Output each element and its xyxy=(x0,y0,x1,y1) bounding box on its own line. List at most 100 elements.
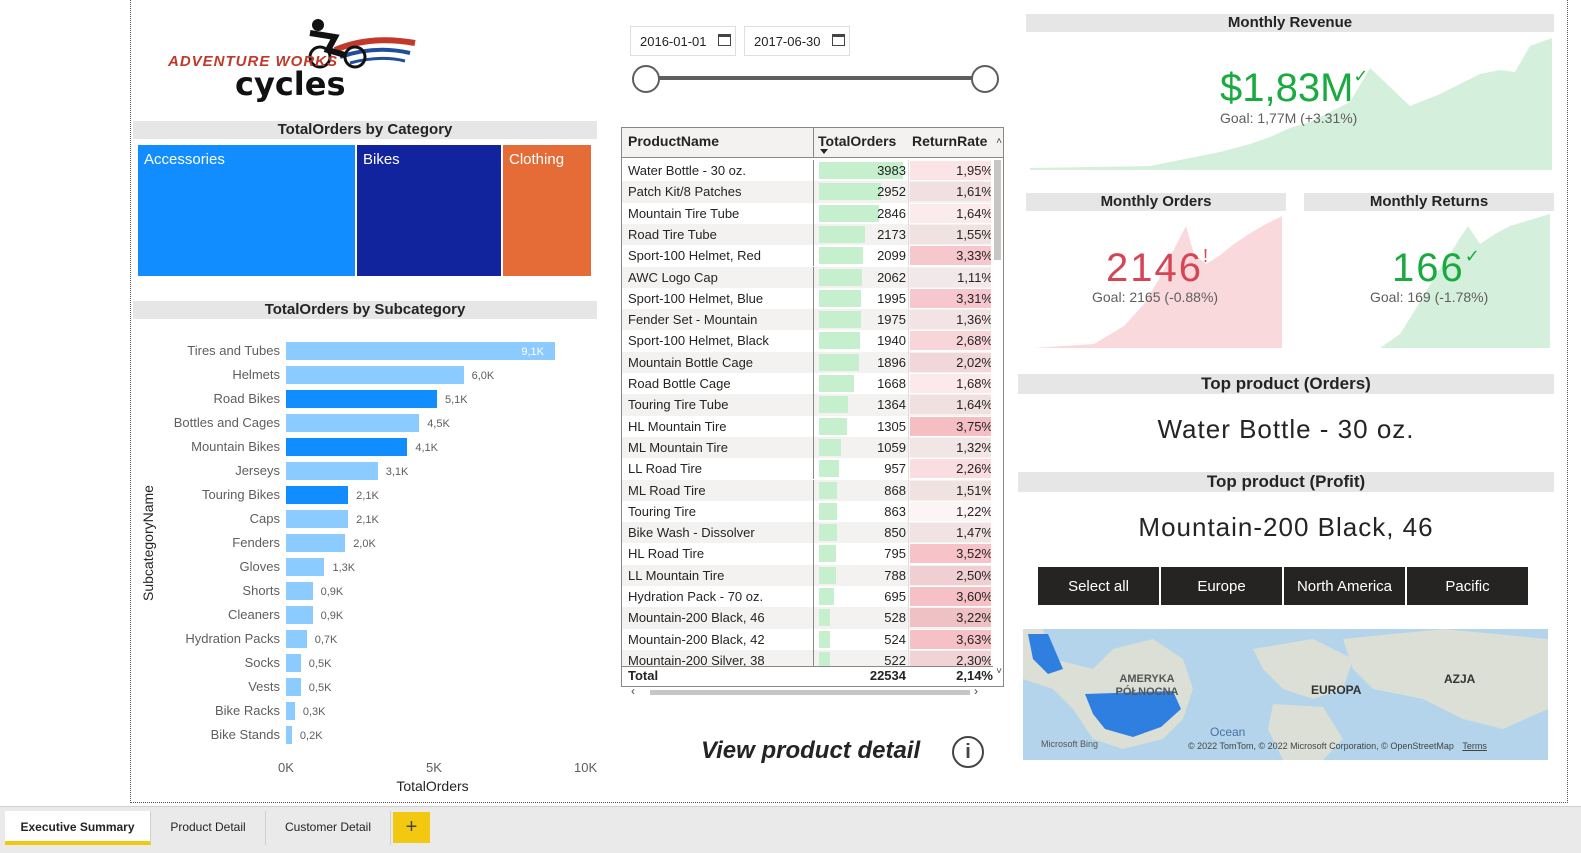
tab-product-detail[interactable]: Product Detail xyxy=(151,811,266,845)
calendar-icon[interactable] xyxy=(718,34,731,46)
bar-category-label: Hydration Packs xyxy=(185,631,280,646)
bar-bike-racks[interactable] xyxy=(286,702,295,720)
table-row[interactable]: Bike Wash - Dissolver 850 1,47% xyxy=(622,522,991,544)
table-row[interactable]: Sport-100 Helmet, Black 1940 2,68% xyxy=(622,330,991,352)
header-totalorders[interactable]: TotalOrders xyxy=(818,128,896,157)
pacific-button[interactable]: Pacific xyxy=(1407,567,1528,605)
map-terms-link[interactable]: Terms xyxy=(1462,741,1487,751)
start-date-field[interactable]: 2016-01-01 xyxy=(630,26,736,56)
cell-totalorders: 2062 xyxy=(877,269,906,285)
bar-bottles-and-cages[interactable] xyxy=(286,414,420,432)
table-hscrollbar[interactable] xyxy=(650,690,970,695)
col-divider xyxy=(908,181,909,203)
view-product-detail-button[interactable]: View product detail xyxy=(701,737,941,765)
table-row[interactable]: Hydration Pack - 70 oz. 695 3,60% xyxy=(622,586,991,608)
bar-road-bikes[interactable] xyxy=(286,390,437,408)
add-page-button[interactable]: + xyxy=(393,812,430,843)
bar-category-label: Bottles and Cages xyxy=(173,415,280,430)
table-row[interactable]: Water Bottle - 30 oz. 3983 1,95% xyxy=(622,160,991,182)
table-row[interactable]: HL Road Tire 795 3,52% xyxy=(622,543,991,565)
check-icon: ✓ xyxy=(1464,246,1482,266)
tab-customer-detail[interactable]: Customer Detail xyxy=(266,811,391,845)
bar-caps[interactable] xyxy=(286,510,349,528)
map-label-ocean: Ocean xyxy=(1210,725,1246,739)
bar-jerseys[interactable] xyxy=(286,462,378,480)
bar-tires-and-tubes[interactable] xyxy=(286,342,556,360)
bar-socks[interactable] xyxy=(286,654,301,672)
table-row[interactable]: Mountain-200 Silver, 38 522 2,30% xyxy=(622,649,991,666)
table-row[interactable]: ML Mountain Tire 1059 1,32% xyxy=(622,436,991,459)
table-row[interactable]: Touring Tire 863 1,22% xyxy=(622,500,991,523)
bar-chart: Tires and Tubes 9,1K Helmets 6,0K Road Bikes… xyxy=(130,330,600,800)
map-label-europe: EUROPA xyxy=(1311,683,1362,697)
treemap-clothing[interactable]: Clothing xyxy=(503,145,591,276)
col-divider xyxy=(908,202,909,224)
table-row[interactable]: Touring Tire Tube 1364 1,64% xyxy=(622,394,991,416)
col-divider xyxy=(908,266,909,288)
table-row[interactable]: Road Tire Tube 2173 1,55% xyxy=(622,223,991,246)
info-icon[interactable]: i xyxy=(952,736,984,768)
table-vscrollbar[interactable] xyxy=(994,160,1001,260)
date-slider-start-handle[interactable] xyxy=(632,65,660,93)
table-row[interactable]: HL Mountain Tire 1305 3,75% xyxy=(622,415,991,437)
calendar-icon[interactable] xyxy=(832,34,845,46)
bar-gloves[interactable] xyxy=(286,558,325,576)
bar-hydration-packs[interactable] xyxy=(286,630,307,648)
cell-productname: LL Road Tire xyxy=(628,461,702,477)
cell-productname: Bike Wash - Dissolver xyxy=(628,525,755,541)
bar-chart-title: TotalOrders by Subcategory xyxy=(133,301,597,319)
cell-returnrate: 1,47% xyxy=(956,525,991,541)
table-row[interactable]: Sport-100 Helmet, Blue 1995 3,31% xyxy=(622,287,991,310)
bar-touring-bikes[interactable] xyxy=(286,486,349,504)
table-row[interactable]: Mountain-200 Black, 42 524 3,63% xyxy=(622,628,991,650)
table-row[interactable]: Fender Set - Mountain 1975 1,36% xyxy=(622,309,991,331)
treemap-bikes[interactable]: Bikes xyxy=(357,145,501,276)
header-returnrate[interactable]: ReturnRate xyxy=(912,128,987,157)
bar-bike-stands[interactable] xyxy=(286,726,292,744)
cell-productname: Mountain-200 Black, 42 xyxy=(628,631,765,647)
bar-data-label: 4,1K xyxy=(415,442,438,454)
tab-executive-summary[interactable]: Executive Summary xyxy=(5,811,151,845)
table-row[interactable]: Road Bottle Cage 1668 1,68% xyxy=(622,373,991,395)
cell-returnrate: 1,55% xyxy=(956,226,991,242)
bar-shorts[interactable] xyxy=(286,582,313,600)
col-divider xyxy=(908,330,909,352)
table-row[interactable]: LL Road Tire 957 2,26% xyxy=(622,458,991,480)
col-divider xyxy=(908,373,909,395)
date-slider-end-handle[interactable] xyxy=(971,65,999,93)
bar-fenders[interactable] xyxy=(286,534,346,552)
table-row[interactable]: Sport-100 Helmet, Red 2099 3,33% xyxy=(622,245,991,267)
x-axis-label: TotalOrders xyxy=(396,778,469,794)
x-tick-label: 5K xyxy=(426,760,442,775)
scroll-up-icon[interactable]: ˄ xyxy=(996,136,1002,147)
bar-data-label: 3,1K xyxy=(385,466,409,478)
table-row[interactable]: ML Road Tire 868 1,51% xyxy=(622,479,991,501)
end-date-text: 2017-06-30 xyxy=(754,34,821,49)
treemap-accessories[interactable]: Accessories xyxy=(138,145,355,276)
scroll-left-icon[interactable]: ‹ xyxy=(631,684,635,698)
cell-returnrate: 3,60% xyxy=(956,589,991,604)
bar-cleaners[interactable] xyxy=(286,606,313,624)
scroll-down-icon[interactable]: ˅ xyxy=(996,666,1002,677)
bar-helmets[interactable] xyxy=(286,366,464,384)
scroll-right-icon[interactable]: › xyxy=(974,684,978,698)
select-all-button[interactable]: Select all xyxy=(1038,567,1159,605)
table-row[interactable]: Mountain Tire Tube 2846 1,64% xyxy=(622,202,991,224)
north-america-button[interactable]: North America xyxy=(1284,567,1405,605)
returns-value-text: 166 xyxy=(1392,246,1465,290)
bar-vests[interactable] xyxy=(286,678,301,696)
table-row[interactable]: Mountain Bottle Cage 1896 2,02% xyxy=(622,351,991,373)
revenue-value: $1,83M✓ xyxy=(1220,66,1369,111)
table-row[interactable]: AWC Logo Cap 2062 1,11% xyxy=(622,266,991,288)
table-row[interactable]: LL Mountain Tire 788 2,50% xyxy=(622,564,991,586)
table-row[interactable]: Mountain-200 Black, 46 528 3,22% xyxy=(622,607,991,629)
col-divider xyxy=(908,160,909,182)
header-productname[interactable]: ProductName xyxy=(628,128,814,157)
bar-mountain-bikes[interactable] xyxy=(286,438,408,456)
bar-category-label: Jerseys xyxy=(235,463,280,478)
table-row[interactable]: Patch Kit/8 Patches 2952 1,61% xyxy=(622,181,991,203)
end-date-field[interactable]: 2017-06-30 xyxy=(744,26,850,56)
date-slider-track[interactable] xyxy=(646,76,986,80)
europe-button[interactable]: Europe xyxy=(1161,567,1282,605)
sales-map[interactable]: AMERYKA PÓŁNOCNA EUROPA AZJA Ocean Micro… xyxy=(1023,629,1548,760)
